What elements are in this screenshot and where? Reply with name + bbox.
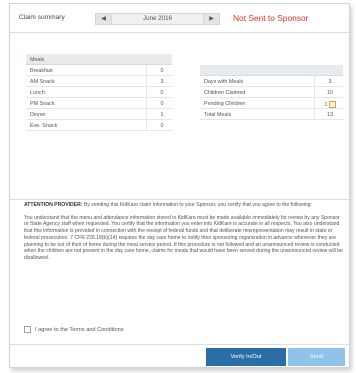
meal-label: Eve. Snack: [30, 122, 58, 129]
claim-header: Claim summary ◀ June 2016 ▶ Not Sent to …: [10, 4, 349, 32]
claim-summary-panel: Claim summary ◀ June 2016 ▶ Not Sent to …: [9, 3, 350, 368]
total-value: 13: [327, 111, 333, 118]
meals-table: Meals Breakfast 0 AM Snack 3 Lunch 0 PM …: [26, 54, 172, 131]
footer-divider: [10, 344, 349, 345]
meals-table-header: Meals: [26, 54, 172, 65]
meal-count: 0: [160, 67, 164, 74]
meal-label: PM Snack: [30, 100, 55, 107]
meal-count: 0: [160, 100, 164, 107]
totals-table-header: [200, 65, 343, 76]
total-label: Days with Meals: [204, 78, 244, 85]
table-row: Pending Children 1: [200, 98, 343, 109]
previous-month-button[interactable]: ◀: [95, 13, 112, 25]
table-row: Children Claimed 10: [200, 87, 343, 98]
terms-label[interactable]: I agree to the Terms and Conditions: [35, 327, 124, 333]
attention-intro-text: By sending this KidKare claim informatio…: [83, 202, 312, 208]
table-row: Breakfast 0: [26, 65, 172, 76]
next-month-button[interactable]: ▶: [203, 13, 220, 25]
meal-label: Lunch: [30, 89, 45, 96]
table-row: Lunch 0: [26, 87, 172, 98]
table-row: Eve. Snack 0: [26, 120, 172, 131]
meal-count: 1: [160, 111, 164, 118]
meal-count: 3: [160, 78, 164, 85]
send-button[interactable]: Send: [288, 348, 345, 366]
panel-title: Claim summary: [19, 14, 65, 21]
claim-totals-table: Days with Meals 3 Children Claimed 10 Pe…: [200, 65, 343, 120]
table-row: Total Meals 13: [200, 109, 343, 120]
meal-label: AM Snack: [30, 78, 55, 85]
total-label: Pending Children: [204, 100, 246, 107]
meals-heading: Meals: [30, 56, 45, 63]
terms-checkbox[interactable]: [24, 326, 31, 333]
attention-notice: ATTENTION PROVIDER: By sending this KidK…: [24, 202, 344, 268]
pending-children-value: 1: [320, 100, 340, 108]
meal-count: 0: [160, 89, 164, 96]
claim-status: Not Sent to Sponsor: [233, 12, 309, 23]
table-row: Dinner 1: [26, 109, 172, 120]
table-row: AM Snack 3: [26, 76, 172, 87]
table-row: Days with Meals 3: [200, 76, 343, 87]
total-value: 3: [328, 78, 332, 85]
terms-row[interactable]: I agree to the Terms and Conditions: [24, 326, 124, 333]
attention-body: You understand that the menu and attenda…: [24, 214, 343, 261]
meal-label: Dinner: [30, 111, 46, 118]
attention-heading: ATTENTION PROVIDER:: [24, 202, 83, 208]
month-display: June 2016: [112, 13, 203, 25]
total-value: 10: [327, 89, 333, 96]
total-label: Total Meals: [204, 111, 232, 118]
table-row: PM Snack 0: [26, 98, 172, 109]
meal-label: Breakfast: [30, 67, 53, 74]
attention-divider: [10, 199, 349, 200]
attention-intro: ATTENTION PROVIDER: By sending this KidK…: [24, 202, 344, 209]
total-label: Children Claimed: [204, 89, 246, 96]
pending-children-indicator[interactable]: [328, 100, 336, 108]
verify-in-out-button[interactable]: Verify In/Out: [206, 348, 286, 366]
meal-count: 0: [160, 122, 164, 129]
header-divider: [10, 32, 349, 33]
total-value: 1: [324, 101, 328, 108]
